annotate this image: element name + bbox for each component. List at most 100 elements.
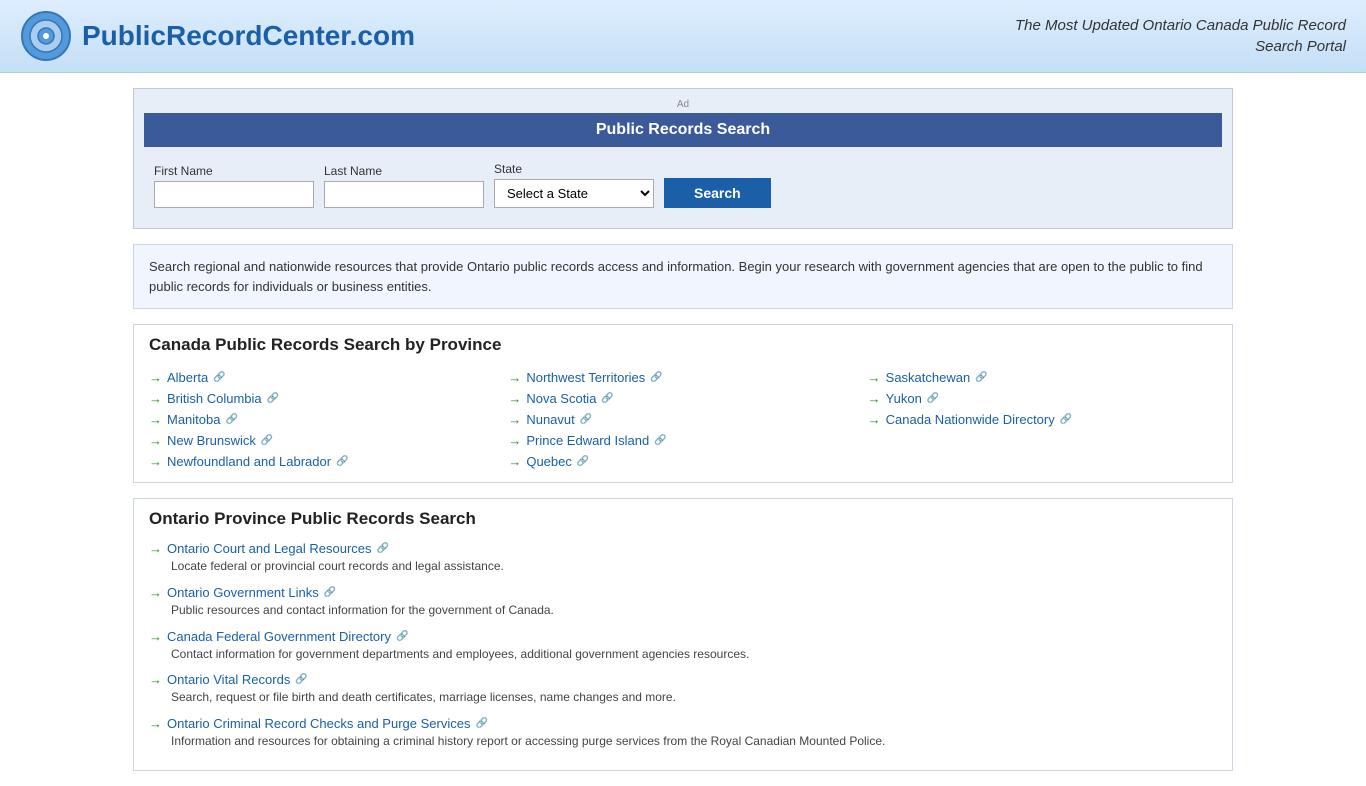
province-link[interactable]: → Alberta 🔗 — [149, 367, 498, 388]
ontario-link[interactable]: → Ontario Government Links 🔗 — [149, 585, 1217, 600]
ontario-link-label: Canada Federal Government Directory — [167, 629, 391, 644]
ontario-item: → Canada Federal Government Directory 🔗 … — [149, 629, 1217, 663]
tagline-line2: Search Portal — [1255, 38, 1346, 55]
province-link-label: Yukon — [886, 391, 922, 406]
ontario-item: → Ontario Criminal Record Checks and Pur… — [149, 716, 1217, 750]
ontario-link[interactable]: → Canada Federal Government Directory 🔗 — [149, 629, 1217, 644]
external-link-icon: 🔗 — [377, 543, 389, 554]
province-link[interactable]: → Quebec 🔗 — [508, 451, 857, 472]
state-label: State — [494, 162, 654, 176]
province-link[interactable]: → Nunavut 🔗 — [508, 409, 857, 430]
ontario-link-label: Ontario Vital Records — [167, 672, 290, 687]
province-link-label: Manitoba — [167, 412, 220, 427]
ontario-link[interactable]: → Ontario Criminal Record Checks and Pur… — [149, 716, 1217, 731]
arrow-icon: → — [149, 370, 162, 385]
ontario-item: → Ontario Government Links 🔗 Public reso… — [149, 585, 1217, 619]
ontario-link-description: Search, request or file birth and death … — [171, 689, 1217, 706]
search-button[interactable]: Search — [664, 178, 771, 208]
province-link-label: Nova Scotia — [526, 391, 596, 406]
external-link-icon: 🔗 — [601, 393, 613, 404]
province-link-label: Northwest Territories — [526, 370, 645, 385]
ontario-link[interactable]: → Ontario Court and Legal Resources 🔗 — [149, 541, 1217, 556]
external-link-icon: 🔗 — [225, 414, 237, 425]
external-link-icon: 🔗 — [650, 372, 662, 383]
external-link-icon: 🔗 — [324, 587, 336, 598]
province-link[interactable]: → Canada Nationwide Directory 🔗 — [868, 409, 1217, 430]
ontario-link[interactable]: → Ontario Vital Records 🔗 — [149, 672, 1217, 687]
tagline-line1: The Most Updated Ontario Canada Public R… — [1015, 17, 1346, 34]
province-section-title: Canada Public Records Search by Province — [149, 335, 1217, 355]
arrow-icon: → — [149, 629, 162, 644]
ontario-link-label: Ontario Court and Legal Resources — [167, 541, 372, 556]
search-widget-title: Public Records Search — [144, 113, 1222, 147]
first-name-label: First Name — [154, 164, 314, 178]
ontario-items-list: → Ontario Court and Legal Resources 🔗 Lo… — [149, 541, 1217, 750]
external-link-icon: 🔗 — [475, 718, 487, 729]
last-name-label: Last Name — [324, 164, 484, 178]
province-link[interactable]: → Yukon 🔗 — [868, 388, 1217, 409]
province-link-label: British Columbia — [167, 391, 262, 406]
external-link-icon: 🔗 — [261, 435, 273, 446]
external-link-icon: 🔗 — [295, 674, 307, 685]
arrow-icon: → — [149, 541, 162, 556]
arrow-icon: → — [868, 412, 881, 427]
logo-area: PublicRecordCenter.com — [20, 10, 415, 62]
arrow-icon: → — [149, 391, 162, 406]
province-link[interactable]: → Northwest Territories 🔗 — [508, 367, 857, 388]
ontario-section: Ontario Province Public Records Search →… — [133, 498, 1233, 771]
arrow-icon: → — [508, 412, 521, 427]
arrow-icon: → — [508, 391, 521, 406]
province-link[interactable]: → New Brunswick 🔗 — [149, 430, 498, 451]
province-link-label: New Brunswick — [167, 433, 256, 448]
province-link[interactable]: → Newfoundland and Labrador 🔗 — [149, 451, 498, 472]
province-link[interactable]: → Nova Scotia 🔗 — [508, 388, 857, 409]
province-link[interactable]: → Prince Edward Island 🔗 — [508, 430, 857, 451]
external-link-icon: 🔗 — [927, 393, 939, 404]
ontario-link-description: Contact information for government depar… — [171, 646, 1217, 663]
province-link-label: Quebec — [526, 454, 572, 469]
province-col-1: → Alberta 🔗→ British Columbia 🔗→ Manitob… — [149, 367, 498, 472]
province-link-label: Canada Nationwide Directory — [886, 412, 1055, 427]
province-link-label: Alberta — [167, 370, 208, 385]
page-header: PublicRecordCenter.com The Most Updated … — [0, 0, 1366, 73]
arrow-icon: → — [508, 370, 521, 385]
arrow-icon: → — [149, 672, 162, 687]
external-link-icon: 🔗 — [654, 435, 666, 446]
arrow-icon: → — [149, 585, 162, 600]
arrow-icon: → — [149, 454, 162, 469]
province-link-label: Newfoundland and Labrador — [167, 454, 331, 469]
province-link[interactable]: → British Columbia 🔗 — [149, 388, 498, 409]
external-link-icon: 🔗 — [1060, 414, 1072, 425]
ad-label: Ad — [144, 99, 1222, 110]
description-text: Search regional and nationwide resources… — [149, 259, 1203, 294]
arrow-icon: → — [149, 716, 162, 731]
ad-container: Ad Public Records Search First Name Last… — [133, 88, 1233, 229]
province-section: Canada Public Records Search by Province… — [133, 324, 1233, 483]
arrow-icon: → — [868, 391, 881, 406]
arrow-icon: → — [508, 433, 521, 448]
ontario-link-description: Information and resources for obtaining … — [171, 733, 1217, 750]
ontario-link-label: Ontario Government Links — [167, 585, 319, 600]
ontario-item: → Ontario Vital Records 🔗 Search, reques… — [149, 672, 1217, 706]
province-link-label: Prince Edward Island — [526, 433, 649, 448]
province-grid: → Alberta 🔗→ British Columbia 🔗→ Manitob… — [149, 367, 1217, 472]
ontario-section-title: Ontario Province Public Records Search — [149, 509, 1217, 529]
last-name-input[interactable] — [324, 181, 484, 208]
arrow-icon: → — [149, 433, 162, 448]
tagline: The Most Updated Ontario Canada Public R… — [1015, 15, 1346, 57]
province-link[interactable]: → Saskatchewan 🔗 — [868, 367, 1217, 388]
first-name-input[interactable] — [154, 181, 314, 208]
external-link-icon: 🔗 — [267, 393, 279, 404]
province-link[interactable]: → Manitoba 🔗 — [149, 409, 498, 430]
state-field: State Select a State — [494, 162, 654, 208]
description-box: Search regional and nationwide resources… — [133, 244, 1233, 309]
search-form: First Name Last Name State Select a Stat… — [144, 157, 1222, 218]
external-link-icon: 🔗 — [975, 372, 987, 383]
ontario-link-description: Locate federal or provincial court recor… — [171, 558, 1217, 575]
state-select[interactable]: Select a State — [494, 179, 654, 208]
arrow-icon: → — [149, 412, 162, 427]
ontario-item: → Ontario Court and Legal Resources 🔗 Lo… — [149, 541, 1217, 575]
province-col-3: → Saskatchewan 🔗→ Yukon 🔗→ Canada Nation… — [868, 367, 1217, 472]
first-name-field: First Name — [154, 164, 314, 208]
arrow-icon: → — [868, 370, 881, 385]
